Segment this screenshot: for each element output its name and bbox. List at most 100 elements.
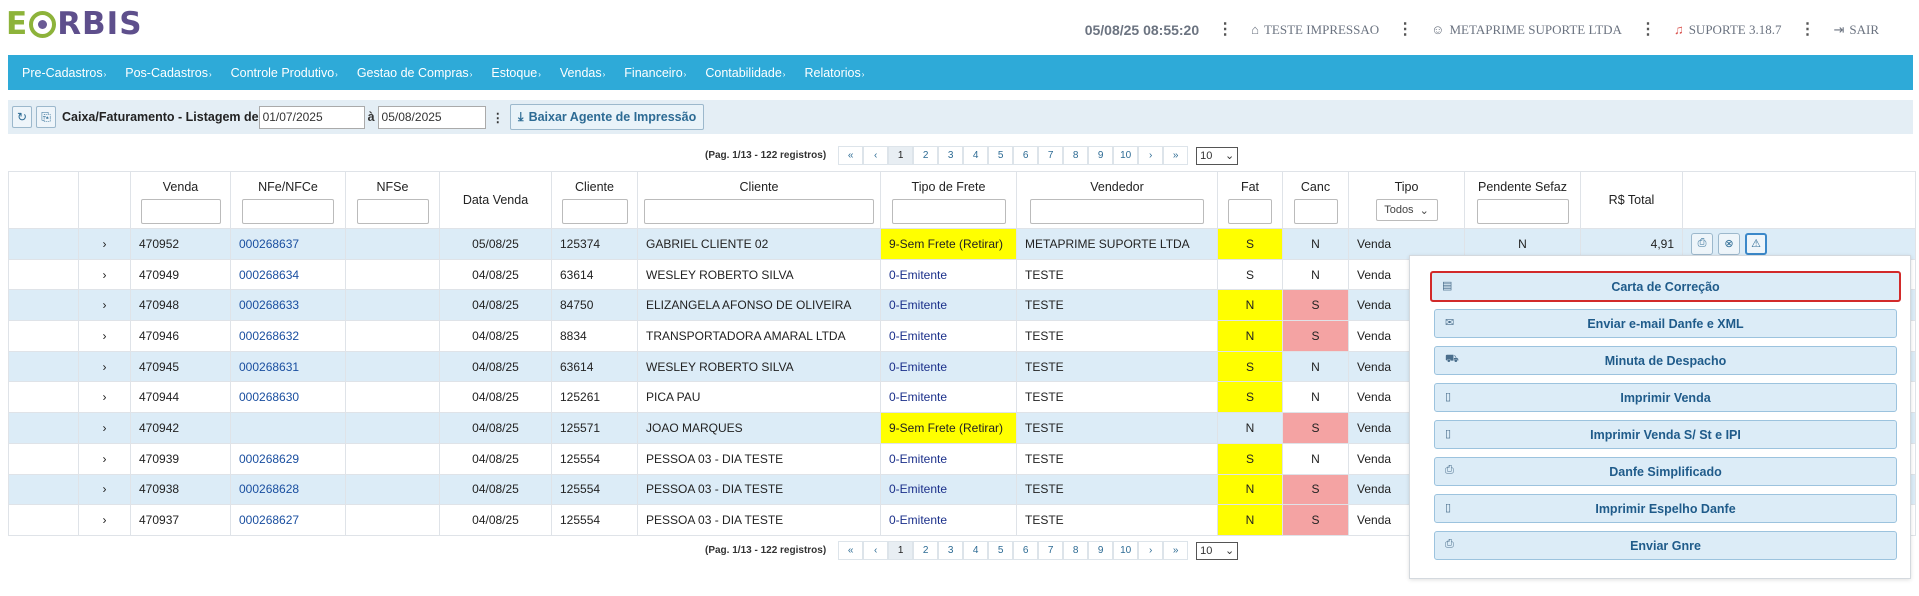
page-button[interactable]: 6 [1013,541,1039,560]
menu-item-vendas[interactable]: Vendas› [560,66,605,80]
cell-nfe-link[interactable]: 000268628 [230,473,346,506]
carta-correcao-button[interactable]: ▤ Carta de Correção [1430,271,1901,302]
date-from-input[interactable]: 01/07/2025 [258,105,365,129]
expand-chevron-icon[interactable]: › [78,381,131,414]
cell-nfe-link[interactable]: 000268637 [230,228,346,260]
page-button[interactable]: 4 [963,541,989,560]
eorbis-logo[interactable]: E RBIS [6,6,143,42]
filter-frete-input[interactable] [891,199,1006,224]
page-button[interactable]: 9 [1088,146,1114,165]
menu-item-financeiro[interactable]: Financeiro› [624,66,686,80]
first-page-button[interactable]: « [838,541,864,560]
export-button[interactable]: ⎘ [36,106,56,128]
page-button[interactable]: 10 [1113,541,1139,560]
next-page-button[interactable]: › [1138,541,1164,560]
page-button[interactable]: 6 [1013,146,1039,165]
page-button[interactable]: 8 [1063,541,1089,560]
page-button[interactable]: 8 [1063,146,1089,165]
more-actions-button[interactable]: ⚠ [1745,232,1767,255]
page-button[interactable]: 9 [1088,541,1114,560]
page-button[interactable]: 4 [963,146,989,165]
kebab-icon[interactable]: ⋮ [492,110,505,125]
menu-item-pre-cadastros[interactable]: Pre-Cadastros› [22,66,106,80]
cell-nfe-link[interactable]: 000268629 [230,442,346,475]
send-gnre-button[interactable]: ⎙ Enviar Gnre [1434,531,1897,560]
expand-chevron-icon[interactable]: › [78,442,131,475]
kebab-icon[interactable]: ⋮ [1799,22,1815,38]
expand-chevron-icon[interactable]: › [78,350,131,383]
minuta-despacho-button[interactable]: ⛟ Minuta de Despacho [1434,346,1897,375]
filter-cliente-input[interactable] [644,199,874,224]
page-button[interactable]: 7 [1038,541,1064,560]
menu-item-controle-produtivo[interactable]: Controle Produtivo› [231,66,338,80]
cell-nfe-link[interactable]: 000268630 [230,381,346,414]
filter-vendedor-input[interactable] [1030,199,1204,224]
prev-page-button[interactable]: ‹ [863,541,889,560]
kebab-icon[interactable]: ⋮ [1217,22,1233,38]
printer-selector[interactable]: ⌂ TESTE IMPRESSAO [1251,22,1379,38]
expand-chevron-icon[interactable]: › [78,289,131,322]
expand-chevron-icon[interactable]: › [78,412,131,444]
expand-chevron-icon[interactable]: › [78,504,131,536]
cancel-button[interactable]: ⊗ [1718,232,1740,255]
page-button[interactable]: 5 [988,146,1014,165]
support-notifications[interactable]: ♫ SUPORTE 3.18.7 [1674,22,1782,38]
kebab-icon[interactable]: ⋮ [1397,22,1413,38]
expand-chevron-icon[interactable]: › [78,473,131,506]
menu-item-relatorios[interactable]: Relatorios› [804,66,864,80]
page-button[interactable]: 3 [938,541,964,560]
filter-nfse-input[interactable] [356,199,429,224]
cell-nfe-link[interactable] [230,412,346,444]
logout-button[interactable]: ⇥ SAIR [1833,22,1879,38]
print-sale-no-tax-button[interactable]: ▯ Imprimir Venda S/ St e IPI [1434,420,1897,449]
expand-chevron-icon[interactable]: › [78,320,131,352]
menu-item-gestao-compras[interactable]: Gestao de Compras› [357,66,473,80]
filter-cliente-id-input[interactable] [561,199,628,224]
danfe-simplificado-button[interactable]: ⎙ Danfe Simplificado [1434,457,1897,486]
cell-nfe-link[interactable]: 000268633 [230,289,346,322]
cell-nfe-link[interactable]: 000268631 [230,350,346,383]
cell-nfe-link[interactable]: 000268627 [230,504,346,536]
next-page-button[interactable]: › [1138,146,1164,165]
filter-nfe-input[interactable] [242,199,334,224]
cell-nfe-link[interactable]: 000268634 [230,258,346,291]
last-page-button[interactable]: » [1163,541,1189,560]
download-agent-button[interactable]: ⤓ Baixar Agente de Impressão [510,104,705,130]
menu-item-estoque[interactable]: Estoque› [491,66,541,80]
cell-nfe-link[interactable]: 000268632 [230,320,346,352]
menu-item-contabilidade[interactable]: Contabilidade› [705,66,785,80]
page-size-select[interactable]: 10 ⌄ [1196,541,1239,560]
print-button[interactable]: ⎙ [1691,232,1713,255]
print-sale-button[interactable]: ▯ Imprimir Venda [1434,383,1897,412]
cell-venda: 470945 [130,350,231,383]
page-button[interactable]: 10 [1113,146,1139,165]
row-blank [8,258,79,291]
page-button[interactable]: 1 [888,541,914,560]
date-to-input[interactable]: 05/08/2025 [377,105,486,129]
page-button[interactable]: 2 [913,541,939,560]
refresh-button[interactable]: ↻ [12,106,32,128]
expand-chevron-icon[interactable]: › [78,228,131,260]
page-button[interactable]: 3 [938,146,964,165]
send-email-danfe-button[interactable]: ✉ Enviar e-mail Danfe e XML [1434,309,1897,338]
company-selector[interactable]: ☺ METAPRIME SUPORTE LTDA [1431,22,1622,38]
col-header-data-venda[interactable]: Data Venda [439,171,552,229]
menu-item-pos-cadastros[interactable]: Pos-Cadastros› [125,66,211,80]
filter-pendente-input[interactable] [1476,199,1569,224]
expand-chevron-icon[interactable]: › [78,258,131,291]
last-page-button[interactable]: » [1163,146,1189,165]
filter-tipo-select[interactable]: Todos ⌄ [1375,199,1438,221]
kebab-icon[interactable]: ⋮ [1640,22,1656,38]
page-button[interactable]: 2 [913,146,939,165]
print-espelho-danfe-button[interactable]: ▯ Imprimir Espelho Danfe [1434,494,1897,523]
page-button[interactable]: 7 [1038,146,1064,165]
page-button[interactable]: 1 [888,146,914,165]
page-button[interactable]: 5 [988,541,1014,560]
filter-canc-input[interactable] [1293,199,1338,224]
filter-venda-input[interactable] [140,199,221,224]
filter-fat-input[interactable] [1228,199,1272,224]
page-size-select[interactable]: 10 ⌄ [1196,146,1239,165]
copy-icon: ⎘ [41,109,51,124]
first-page-button[interactable]: « [838,146,864,165]
prev-page-button[interactable]: ‹ [863,146,889,165]
